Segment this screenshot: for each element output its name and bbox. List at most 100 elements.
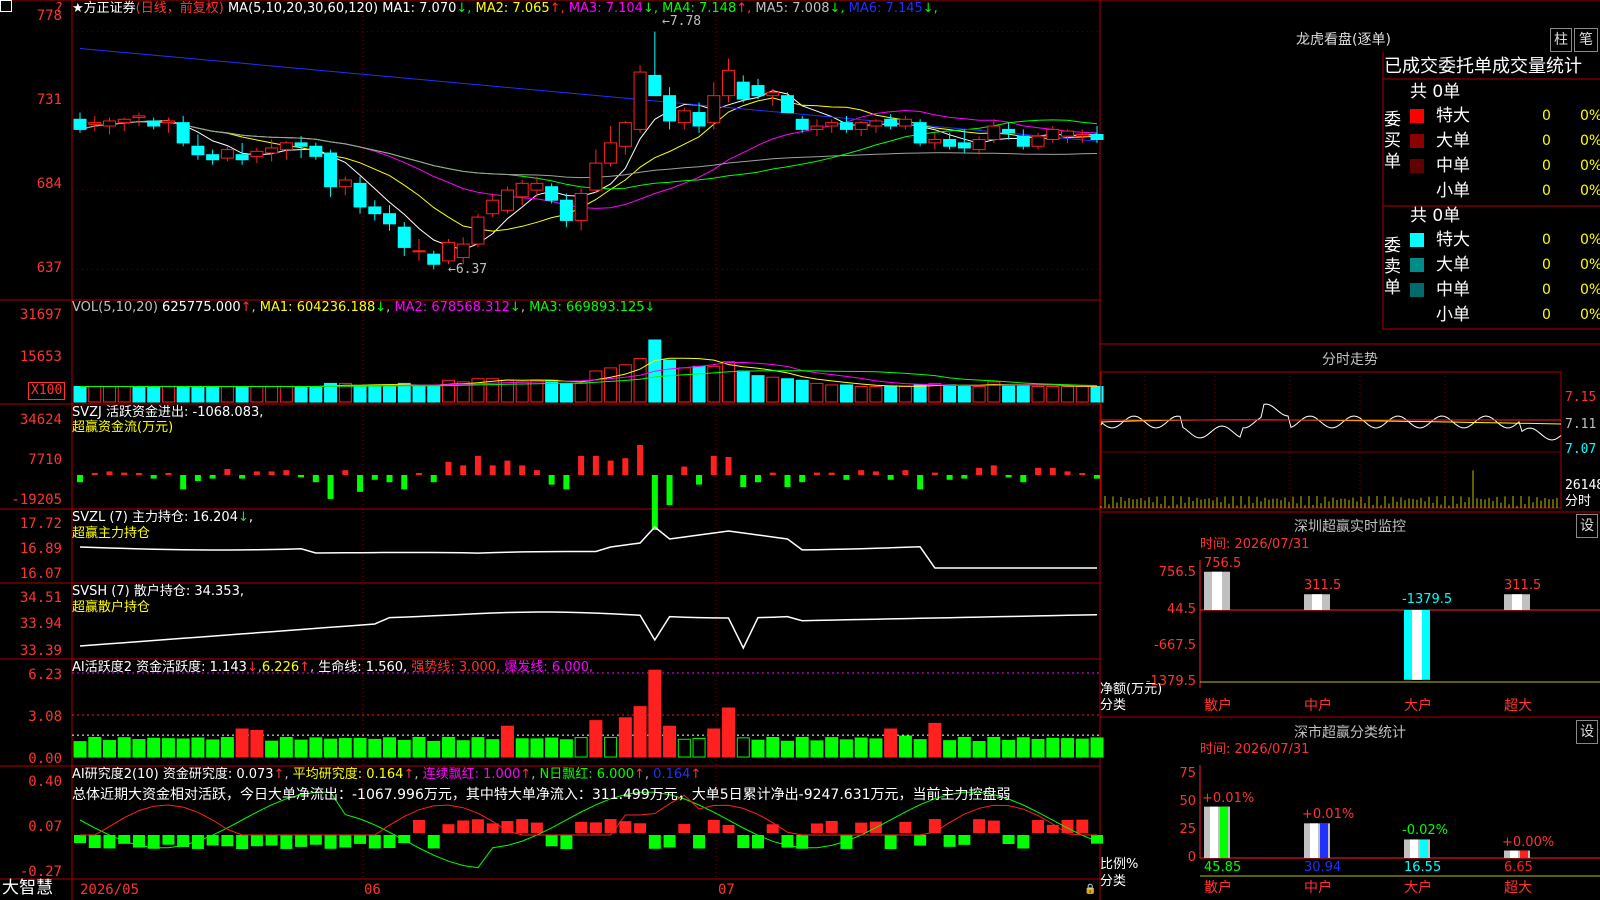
volume-bar [707,365,721,403]
research-bar [265,835,278,846]
volume-bar [780,378,794,403]
candle-body [825,122,839,127]
volume-bar [722,361,736,403]
price-axis-778: 778 [36,8,62,24]
volume-bar [1002,384,1016,403]
svzj-bar [666,475,673,505]
svzj-bar [91,473,98,475]
candle-body [176,122,190,144]
svzj-bar [1094,475,1100,479]
research-bar [354,835,367,844]
svzj-bar [460,465,467,475]
candle-body [265,147,279,154]
high-annotation: ←7.78 [662,14,702,29]
svzj-bar [592,455,599,475]
activity-bar [736,737,750,758]
candle-body [722,69,736,97]
candle-body [751,85,765,97]
intraday-title: 分时走势 [1322,352,1378,368]
volume-bar [309,386,323,403]
zhu-button[interactable]: 柱 [1550,28,1572,52]
activity-bar [338,738,352,758]
size-label: 特大 [1436,106,1470,126]
activity-bar [810,740,824,758]
svzj-bar [180,475,187,490]
legend-swatch [1410,134,1424,148]
candle-body [898,118,912,127]
ai-activity-panel[interactable] [72,669,1104,758]
monitor-bar-highlight [1412,610,1422,680]
ai-act-axis-mid: 3.08 [28,709,62,725]
svzj-bar [283,470,290,475]
volume-bar [383,384,397,403]
activity-bar [618,717,632,758]
stats-tabs[interactable]: 已成交委托单成交量统计 [1384,56,1582,78]
price-panel[interactable] [72,31,1104,270]
period-label[interactable]: (日线，前复权) [136,1,224,16]
svzj-bar [445,461,452,475]
monitor-category: 散户 [1204,698,1232,714]
svzl-panel[interactable] [79,525,1097,569]
activity-bar [1075,738,1089,758]
candle-body [500,189,514,211]
research-bar [693,835,706,849]
lock-icon[interactable]: 🔒 [1084,882,1096,898]
svzj-bar [710,455,717,475]
research-bar [309,835,322,845]
svzj-bar [740,475,747,487]
candle-body [220,149,234,159]
activity-bar [486,739,500,758]
research-bar [1017,835,1030,849]
candle-body [397,226,411,248]
svzj-bar [578,455,585,475]
svzj-bar [931,472,938,475]
activity-bar [88,736,102,758]
classify-settings-button[interactable]: 设 [1576,720,1598,744]
volume-bar [825,384,839,403]
svzj-bar [917,475,924,490]
activity-bar [1016,737,1030,758]
volume-bar [73,386,87,403]
research-bar [589,822,602,833]
svsh-subtitle: 超赢散户持仓 [72,600,151,615]
classify-change-label: +0.01% [1202,790,1255,806]
svzj-bar [1035,467,1042,475]
candle-body [869,120,883,127]
svsh-panel[interactable] [79,611,1098,650]
chart-canvas [0,0,1600,900]
stock-name[interactable]: ★方正证券 [72,1,136,16]
brand-logo[interactable]: 大智慧 [2,880,53,897]
candle-body [102,120,116,127]
volume-panel[interactable] [73,339,1104,403]
candle-body [957,142,971,149]
svzj-bar [607,460,614,475]
ma-value-1: MA1: 7.070↓, [382,1,472,16]
classify-category: 大户 [1404,880,1432,896]
svzj-bar [474,455,481,475]
svsh-axis-bot: 33.39 [19,643,62,659]
candle-body [795,118,809,130]
activity-bar [825,737,839,758]
svzj-bar [563,475,570,490]
candle-body [250,150,264,157]
monitor-title: 深圳超赢实时监控 [1294,519,1406,535]
research-bar [162,835,175,845]
vol-unit-button[interactable]: X100 [28,382,66,400]
monitor-xlabel: 分类 [1100,698,1127,713]
volume-bar [102,386,116,403]
research-bar [619,821,632,833]
candle-body [604,142,618,164]
monitor-category: 大户 [1404,698,1432,714]
classify-bar-highlight [1510,850,1518,858]
activity-bar [663,725,677,758]
svzj-bar [106,471,113,475]
activity-bar [73,741,87,758]
ai-research-panel[interactable] [74,791,1103,869]
volume-bar [736,370,750,403]
monitor-axis-tick: -667.5 [1154,638,1196,653]
bi-button[interactable]: 笔 [1574,28,1598,52]
candle-body [279,142,293,151]
volume-bar [427,386,441,403]
activity-bar [383,737,397,758]
monitor-settings-button[interactable]: 设 [1576,514,1598,538]
